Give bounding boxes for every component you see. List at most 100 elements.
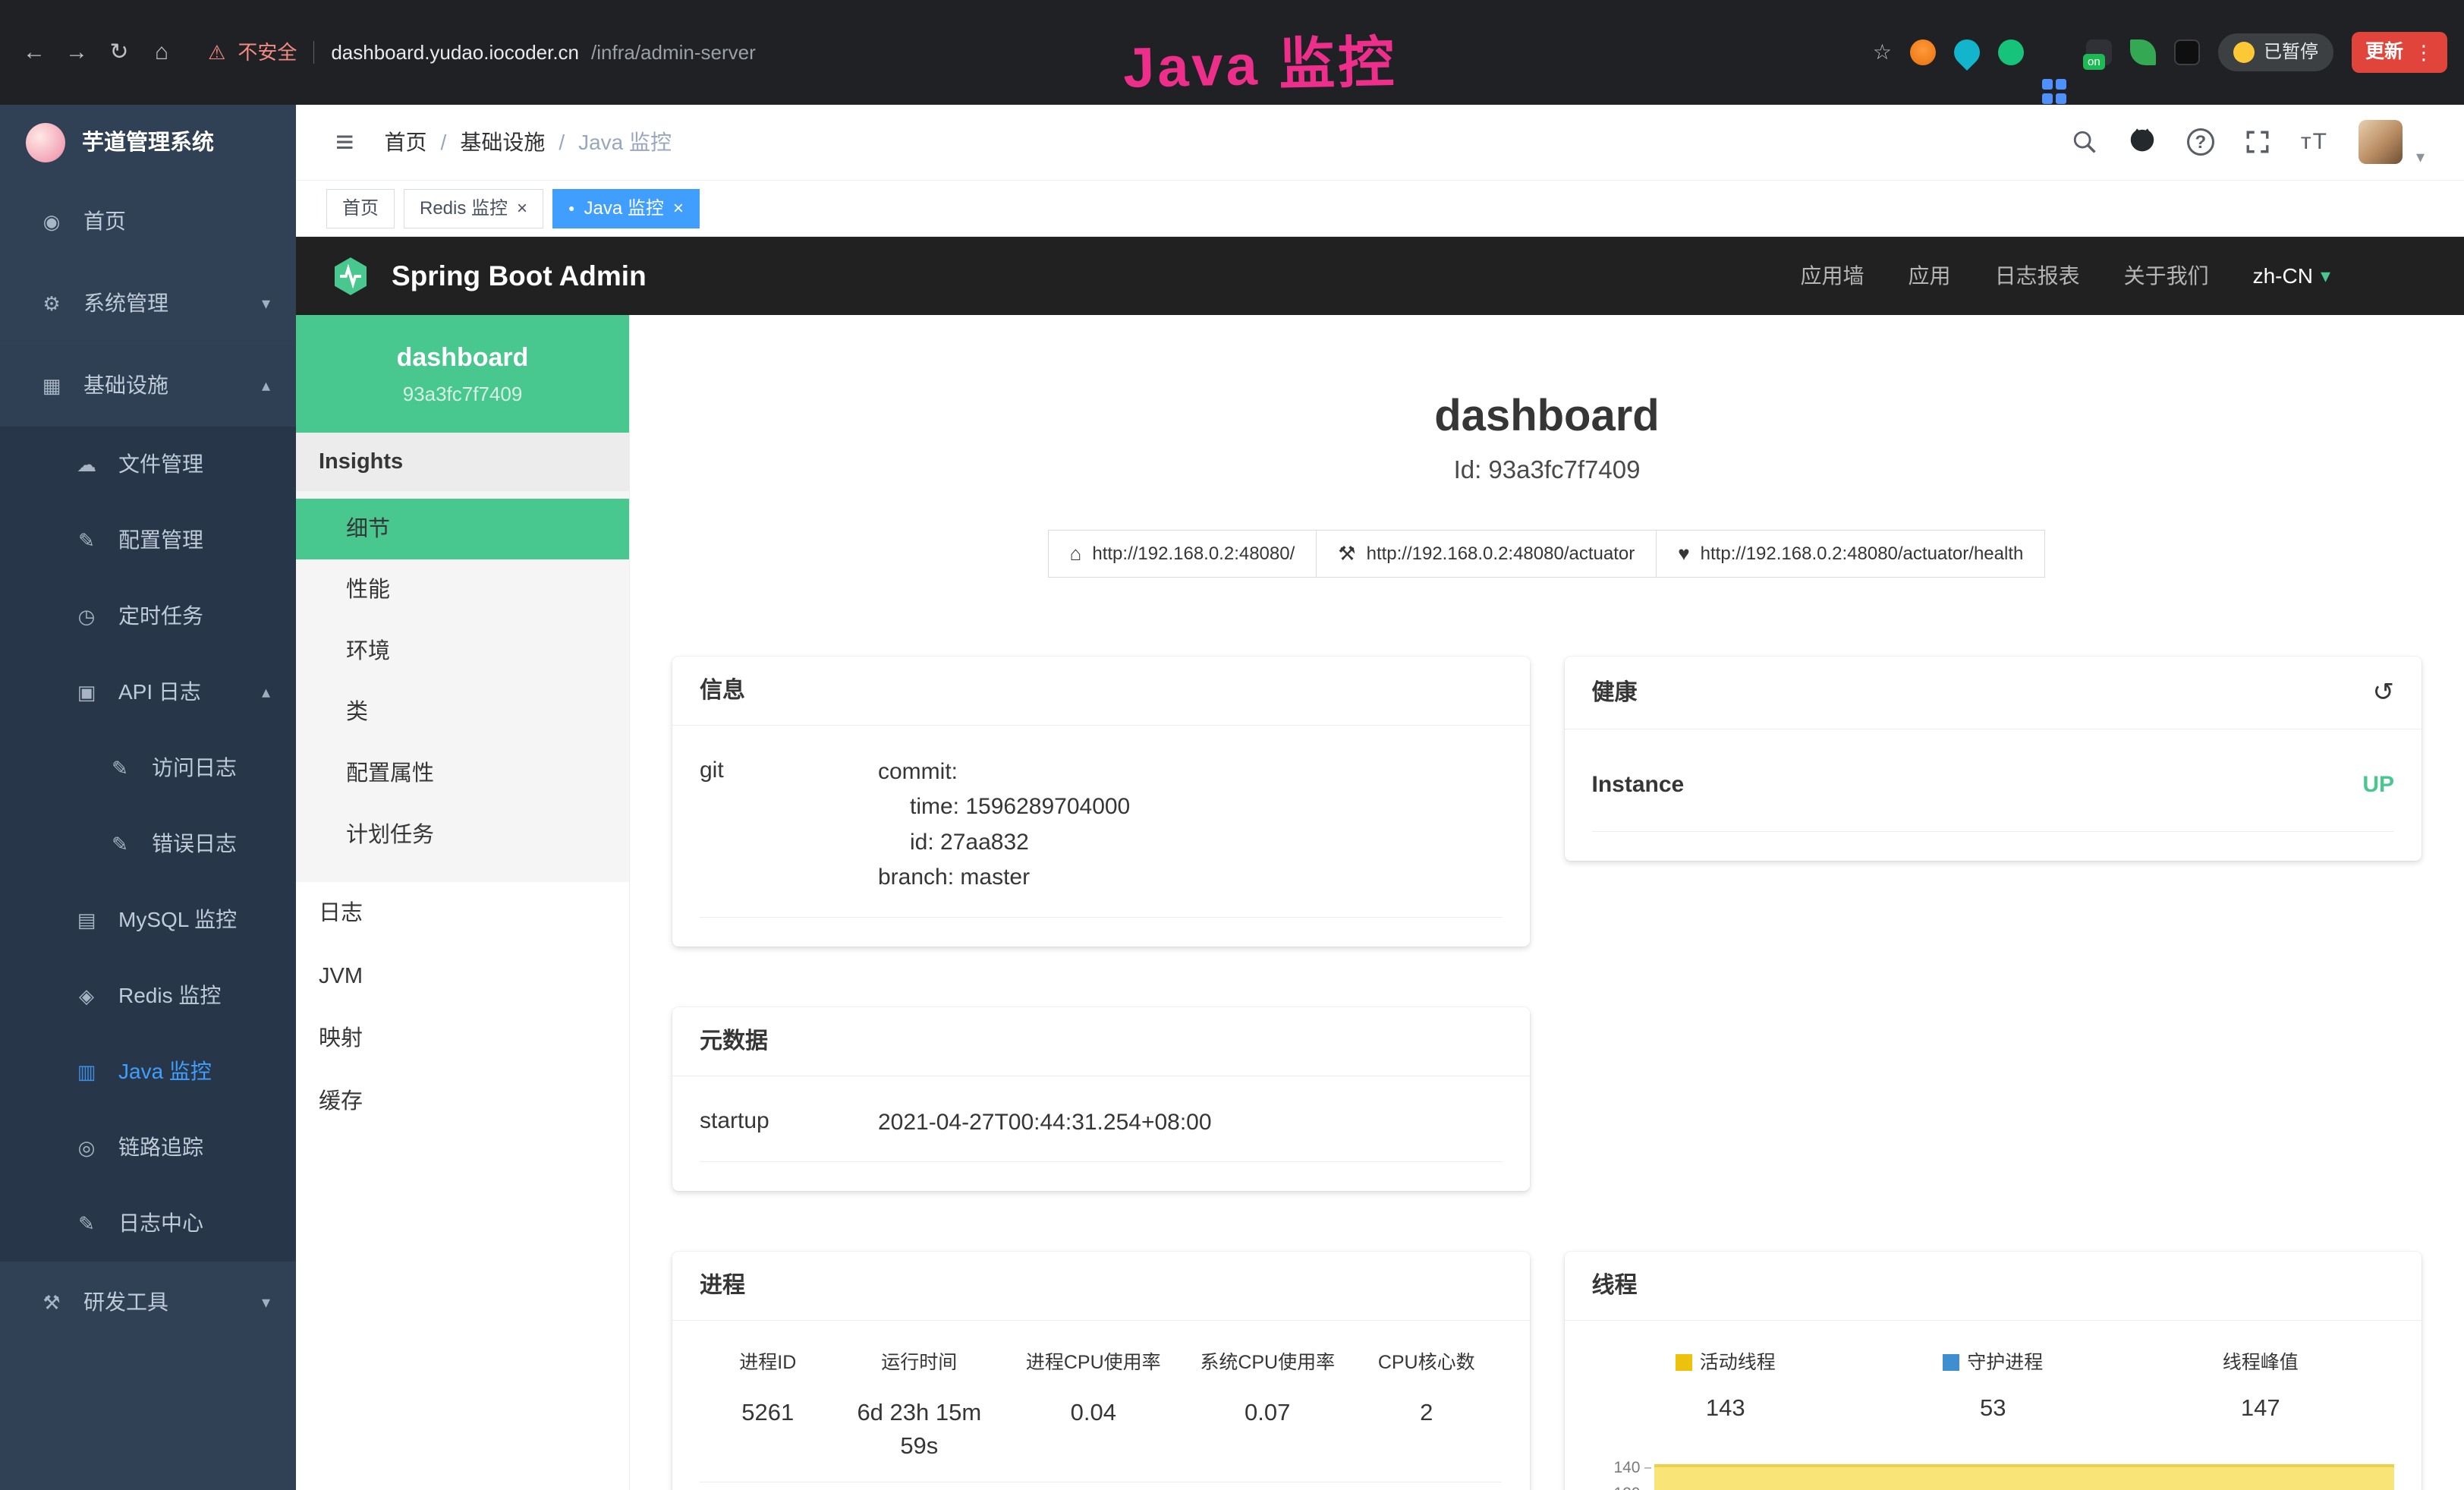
process-header-uptime: 运行时间 (836, 1350, 1002, 1376)
infrastructure-icon: ▦ (38, 372, 65, 399)
sba-nav-wallboard[interactable]: 应用墙 (1801, 261, 1865, 291)
history-icon[interactable]: ↺ (2373, 675, 2395, 711)
extension-green-icon[interactable] (1998, 39, 2024, 65)
help-icon[interactable]: ? (2187, 128, 2214, 156)
search-icon[interactable] (2072, 129, 2097, 155)
menu-item-caches[interactable]: 缓存 (296, 1070, 629, 1133)
sidebar-item-log-center[interactable]: ✎ 日志中心 (0, 1186, 296, 1262)
tab-home[interactable]: 首页 (326, 189, 395, 228)
menu-item-scheduled-tasks[interactable]: 计划任务 (296, 805, 629, 866)
breadcrumb: 首页 / 基础设施 / Java 监控 (385, 128, 672, 157)
sidebar-item-java[interactable]: ▥ Java 监控 (0, 1034, 296, 1110)
forward-icon[interactable]: → (59, 35, 94, 70)
menu-item-classes[interactable]: 类 (296, 682, 629, 743)
sidebar-item-label: 链路追踪 (118, 1132, 203, 1162)
menu-item-logs[interactable]: 日志 (296, 882, 629, 945)
instance-header[interactable]: dashboard 93a3fc7f7409 (296, 315, 629, 433)
threads-chart: 140 120 100 (1592, 1455, 2395, 1490)
extension-leaf-icon[interactable] (2130, 39, 2156, 65)
user-avatar[interactable] (2359, 120, 2403, 164)
sidebar-item-error-log[interactable]: ✎ 错误日志 (0, 806, 296, 882)
extension-dark-icon[interactable] (2174, 39, 2200, 65)
url-host[interactable]: dashboard.yudao.iocoder.cn (331, 39, 579, 66)
service-url-link[interactable]: ⌂ http://192.168.0.2:48080/ (1048, 530, 1317, 577)
sba-header: Spring Boot Admin 应用墙 应用 日志报表 关于我们 zh-CN… (296, 237, 2464, 315)
info-row-git: git commit: time: 1596289704000 id: 27aa… (700, 754, 1503, 918)
bookmark-star-icon[interactable]: ☆ (1873, 37, 1892, 67)
security-label[interactable]: 不安全 (238, 39, 297, 66)
sidebar-item-label: 配置管理 (118, 525, 203, 555)
sba-nav-about[interactable]: 关于我们 (2124, 261, 2209, 291)
browser-menu-icon[interactable]: ⋮ (2414, 39, 2434, 66)
sidebar-item-redis[interactable]: ◈ Redis 监控 (0, 958, 296, 1034)
reload-icon[interactable]: ↻ (102, 35, 137, 70)
extension-switch-icon[interactable]: on (2086, 39, 2112, 65)
menu-item-metrics[interactable]: 性能 (296, 559, 629, 621)
dashboard-icon: ◉ (38, 208, 65, 235)
sidebar-item-devtools[interactable]: ⚒ 研发工具 ▾ (0, 1262, 296, 1344)
extension-fox-icon[interactable] (1910, 39, 1936, 65)
trace-icon: ◎ (73, 1134, 100, 1161)
health-url-link[interactable]: ♥ http://192.168.0.2:48080/actuator/heal… (1656, 530, 2045, 577)
insights-group: 细节 性能 环境 类 配置属性 计划任务 (296, 491, 629, 883)
browser-home-icon[interactable]: ⌂ (144, 35, 179, 70)
menu-item-environment[interactable]: 环境 (296, 621, 629, 682)
menu-item-mappings[interactable]: 映射 (296, 1007, 629, 1070)
live-threads-value: 143 (1592, 1391, 1860, 1424)
sidebar-item-label: 系统管理 (83, 288, 168, 318)
fullscreen-icon[interactable] (2245, 129, 2270, 155)
sidebar-item-infra[interactable]: ▦ 基础设施 ▴ (0, 345, 296, 427)
infra-submenu: ☁ 文件管理 ✎ 配置管理 ◷ 定时任务 ▣ API 日志 ▴ ✎ (0, 427, 296, 1262)
actuator-url-link[interactable]: ⚒ http://192.168.0.2:48080/actuator (1316, 530, 1657, 577)
sba-nav-journal[interactable]: 日志报表 (1995, 261, 2080, 291)
health-status-badge: UP (2362, 769, 2394, 801)
menu-item-jvm[interactable]: JVM (296, 945, 629, 1008)
sidebar-item-config[interactable]: ✎ 配置管理 (0, 502, 296, 578)
extension-grid-icon[interactable] (2042, 79, 2068, 105)
sba-brand[interactable]: Spring Boot Admin (329, 255, 647, 298)
update-button[interactable]: 更新 ⋮ (2352, 32, 2447, 73)
hamburger-icon[interactable]: ≡ (335, 120, 354, 165)
github-icon[interactable] (2128, 128, 2157, 156)
address-bar[interactable]: ⚠ 不安全 dashboard.yudao.iocoder.cn/infra/a… (208, 39, 756, 66)
git-commit-label: commit: (878, 754, 1503, 790)
menu-item-config-props[interactable]: 配置属性 (296, 743, 629, 805)
sidebar-item-label: 研发工具 (83, 1287, 168, 1317)
url-path[interactable]: /infra/admin-server (591, 39, 756, 66)
process-header-cpu: 进程CPU使用率 (1002, 1350, 1184, 1376)
sidebar-item-api-log[interactable]: ▣ API 日志 ▴ (0, 654, 296, 730)
git-commit-id: id: 27aa832 (878, 825, 1503, 861)
edit-icon: ✎ (106, 830, 134, 858)
tab-redis-monitor[interactable]: Redis 监控 × (404, 189, 543, 228)
peak-threads-value: 147 (2127, 1391, 2395, 1424)
sidebar-item-label: 首页 (83, 206, 126, 236)
sidebar-item-jobs[interactable]: ◷ 定时任务 (0, 578, 296, 654)
header-actions: ? тT ▾ (2072, 115, 2425, 169)
font-size-icon[interactable]: тT (2301, 126, 2328, 158)
close-icon[interactable]: × (673, 196, 684, 222)
y-tick: 120 (1592, 1481, 1651, 1490)
service-url: http://192.168.0.2:48080/ (1092, 541, 1295, 567)
sidebar-item-files[interactable]: ☁ 文件管理 (0, 427, 296, 502)
sidebar-item-trace[interactable]: ◎ 链路追踪 (0, 1110, 296, 1186)
sidebar-item-access-log[interactable]: ✎ 访问日志 (0, 730, 296, 806)
close-icon[interactable]: × (517, 196, 527, 222)
sba-nav-applications[interactable]: 应用 (1909, 261, 1951, 291)
legend-label: 活动线程 (1700, 1352, 1776, 1373)
menu-item-details[interactable]: 细节 (296, 499, 629, 560)
sba-logo-icon (329, 255, 372, 298)
warning-icon: ⚠ (208, 39, 225, 66)
process-value-pid: 5261 (700, 1396, 836, 1482)
app-logo[interactable]: 芋道管理系统 (0, 105, 296, 181)
locale-select[interactable]: zh-CN ▾ (2253, 261, 2330, 291)
back-icon[interactable]: ← (17, 35, 52, 70)
breadcrumb-infra[interactable]: 基础设施 (460, 128, 545, 157)
sidebar-item-home[interactable]: ◉ 首页 (0, 181, 296, 263)
tab-java-monitor[interactable]: ● Java 监控 × (552, 189, 700, 228)
sidebar-item-system[interactable]: ⚙ 系统管理 ▾ (0, 263, 296, 345)
breadcrumb-home[interactable]: 首页 (385, 128, 427, 157)
extension-drop-icon[interactable] (1949, 34, 1985, 71)
sidebar-item-mysql[interactable]: ▤ MySQL 监控 (0, 882, 296, 958)
paused-badge[interactable]: 已暂停 (2218, 33, 2333, 71)
daemon-threads-value: 53 (1859, 1391, 2127, 1424)
